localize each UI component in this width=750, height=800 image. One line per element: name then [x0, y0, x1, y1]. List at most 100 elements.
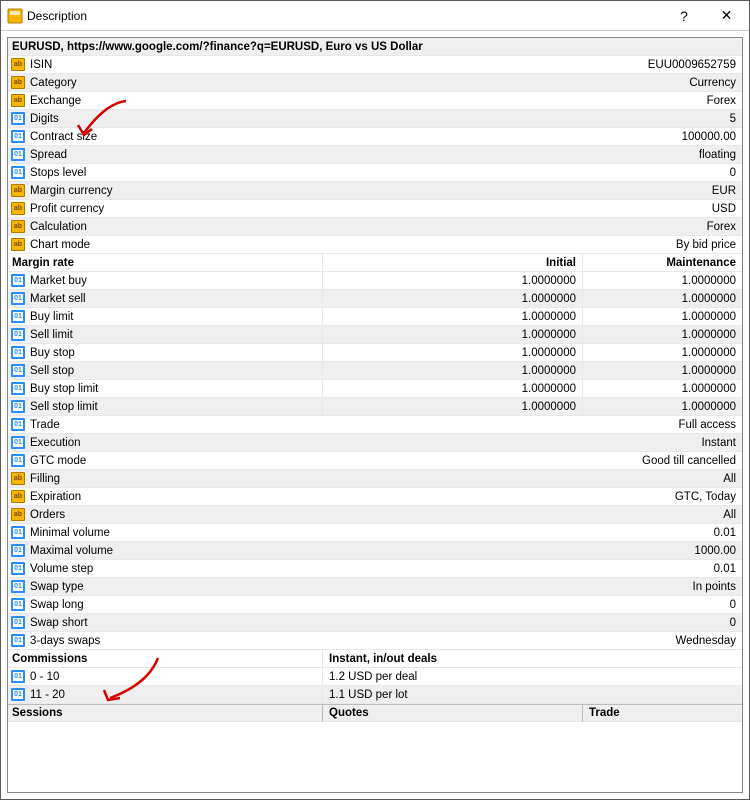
property-value: Full access	[60, 416, 742, 434]
number-type-icon: 01	[10, 526, 26, 540]
commission-value: 1.1 USD per lot	[322, 686, 742, 704]
property-label: Orders	[28, 506, 65, 524]
window-title: Description	[23, 9, 664, 23]
property-value: USD	[104, 200, 742, 218]
help-button[interactable]: ?	[664, 1, 704, 31]
property-value: EUR	[112, 182, 742, 200]
property-value: 100000.00	[97, 128, 742, 146]
number-type-icon: 01	[10, 148, 26, 162]
property-label: Expiration	[28, 488, 81, 506]
margin-row: 01Buy limit1.00000001.0000000	[8, 308, 742, 326]
property-row: 01Swap long0	[8, 596, 742, 614]
margin-row: 01Market sell1.00000001.0000000	[8, 290, 742, 308]
property-label: GTC mode	[28, 452, 86, 470]
property-row: 01Stops level0	[8, 164, 742, 182]
property-value: Forex	[81, 92, 742, 110]
text-type-icon: ab	[10, 58, 26, 72]
margin-label: Market buy	[28, 272, 87, 290]
number-type-icon: 01	[10, 580, 26, 594]
margin-label: Buy stop	[28, 344, 75, 362]
number-type-icon: 01	[10, 598, 26, 612]
number-type-icon: 01	[10, 688, 26, 702]
property-value: 0.01	[93, 560, 742, 578]
property-value: 5	[59, 110, 742, 128]
number-type-icon: 01	[10, 274, 26, 288]
sessions-label: Sessions	[8, 704, 322, 722]
property-label: Chart mode	[28, 236, 90, 254]
property-label: Filling	[28, 470, 60, 488]
symbol-header-row: EURUSD, https://www.google.com/?finance?…	[8, 38, 742, 56]
property-label: Contract size	[28, 128, 97, 146]
text-type-icon: ab	[10, 490, 26, 504]
margin-maintenance: 1.0000000	[582, 326, 742, 344]
margin-row: 01Sell stop limit1.00000001.0000000	[8, 398, 742, 416]
commission-value: 1.2 USD per deal	[322, 668, 742, 686]
property-value: All	[60, 470, 742, 488]
property-row: abISINEUU0009652759	[8, 56, 742, 74]
property-row: 01Contract size100000.00	[8, 128, 742, 146]
number-type-icon: 01	[10, 418, 26, 432]
quotes-header: Quotes	[322, 704, 582, 722]
margin-maintenance: 1.0000000	[582, 344, 742, 362]
property-label: Maximal volume	[28, 542, 113, 560]
margin-initial: 1.0000000	[322, 290, 582, 308]
margin-initial: 1.0000000	[322, 398, 582, 416]
margin-label: Buy limit	[28, 308, 73, 326]
number-type-icon: 01	[10, 382, 26, 396]
property-label: Calculation	[28, 218, 87, 236]
property-row: abCalculationForex	[8, 218, 742, 236]
margin-label: Sell stop limit	[28, 398, 98, 416]
property-label: Execution	[28, 434, 81, 452]
property-label: Profit currency	[28, 200, 104, 218]
text-type-icon: ab	[10, 220, 26, 234]
commission-row: 0111 - 20 1.1 USD per lot	[8, 686, 742, 704]
titlebar: Description ? ✕	[1, 1, 749, 31]
property-row: abChart modeBy bid price	[8, 236, 742, 254]
description-panel[interactable]: EURUSD, https://www.google.com/?finance?…	[7, 37, 743, 793]
commissions-header: Commissions Instant, in/out deals	[8, 650, 742, 668]
number-type-icon: 01	[10, 166, 26, 180]
margin-maintenance: 1.0000000	[582, 308, 742, 326]
commission-range: 0 - 10	[28, 668, 59, 686]
text-type-icon: ab	[10, 508, 26, 522]
commission-row: 010 - 101.2 USD per deal	[8, 668, 742, 686]
property-row: abCategoryCurrency	[8, 74, 742, 92]
property-row: abFillingAll	[8, 470, 742, 488]
property-label: 3-days swaps	[28, 632, 100, 650]
number-type-icon: 01	[10, 364, 26, 378]
commission-range: 11 - 20	[28, 686, 65, 704]
property-value: Currency	[77, 74, 742, 92]
number-type-icon: 01	[10, 346, 26, 360]
margin-rate-label: Margin rate	[8, 254, 74, 272]
text-type-icon: ab	[10, 184, 26, 198]
content-area: EURUSD, https://www.google.com/?finance?…	[1, 31, 749, 799]
property-row: 01GTC modeGood till cancelled	[8, 452, 742, 470]
commissions-type-header: Instant, in/out deals	[322, 650, 742, 668]
app-icon	[7, 8, 23, 24]
number-type-icon: 01	[10, 634, 26, 648]
property-row: 01TradeFull access	[8, 416, 742, 434]
property-row: 01Digits5	[8, 110, 742, 128]
property-label: Trade	[28, 416, 60, 434]
margin-rate-header: Margin rateInitialMaintenance	[8, 254, 742, 272]
property-label: Category	[28, 74, 77, 92]
property-value: 1000.00	[113, 542, 742, 560]
property-label: Spread	[28, 146, 67, 164]
margin-initial: 1.0000000	[322, 380, 582, 398]
commissions-label: Commissions	[8, 650, 87, 668]
property-label: Exchange	[28, 92, 81, 110]
property-row: 01Swap typeIn points	[8, 578, 742, 596]
number-type-icon: 01	[10, 400, 26, 414]
margin-maintenance: 1.0000000	[582, 272, 742, 290]
number-type-icon: 01	[10, 112, 26, 126]
property-label: ISIN	[28, 56, 52, 74]
number-type-icon: 01	[10, 454, 26, 468]
property-value: Wednesday	[100, 632, 742, 650]
property-row: 01Maximal volume1000.00	[8, 542, 742, 560]
close-button[interactable]: ✕	[704, 1, 749, 31]
initial-header: Initial	[322, 254, 582, 272]
property-row: abOrdersAll	[8, 506, 742, 524]
property-value: 0	[84, 596, 742, 614]
sessions-header: SessionsQuotesTrade	[8, 704, 742, 722]
margin-label: Sell limit	[28, 326, 73, 344]
